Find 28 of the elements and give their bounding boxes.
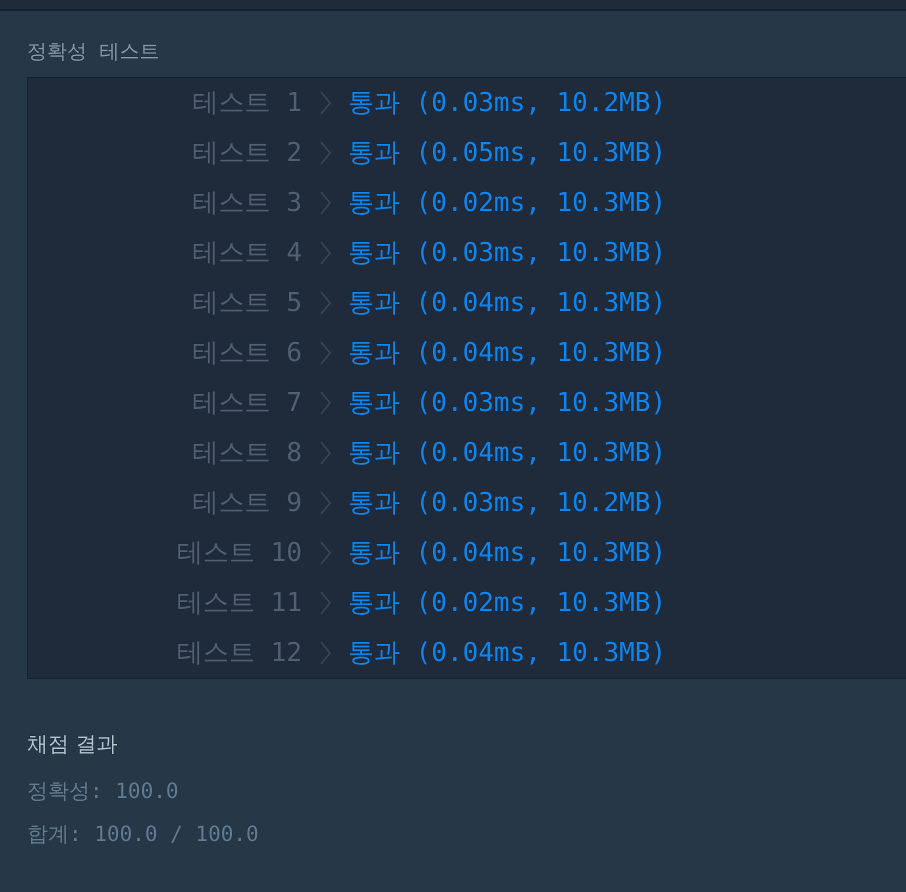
test-result: 통과 (0.04ms, 10.3MB) [348,536,666,570]
test-result: 통과 (0.04ms, 10.3MB) [348,636,666,670]
chevron-icon [320,641,330,665]
test-result: 통과 (0.04ms, 10.3MB) [348,286,666,320]
chevron-icon [320,441,330,465]
score-line: 합계: 100.0 / 100.0 [27,822,260,846]
chevron-icon [320,91,330,115]
test-result: 통과 (0.03ms, 10.3MB) [348,236,666,270]
test-result: 통과 (0.03ms, 10.2MB) [348,486,666,520]
test-result: 통과 (0.03ms, 10.2MB) [348,86,666,120]
grading-title: 채점 결과 [27,731,119,758]
test-result: 통과 (0.04ms, 10.3MB) [348,436,666,470]
test-result: 통과 (0.03ms, 10.3MB) [348,386,666,420]
chevron-icon [320,241,330,265]
chevron-icon [320,541,330,565]
chevron-icon [320,141,330,165]
test-result: 통과 (0.02ms, 10.3MB) [348,186,666,220]
score-line: 정확성: 100.0 [27,778,180,804]
test-result: 통과 (0.02ms, 10.3MB) [348,586,666,620]
chevron-icon [320,341,330,365]
chevron-icon [320,491,330,515]
chevron-icon [320,291,330,315]
chevron-icon [320,591,330,615]
chevron-icon [320,391,330,415]
test-result: 통과 (0.05ms, 10.3MB) [348,136,666,170]
test-result: 통과 (0.04ms, 10.3MB) [348,336,666,370]
chevron-icon [320,191,330,215]
section-title: 정확성 테스트 [27,38,161,65]
